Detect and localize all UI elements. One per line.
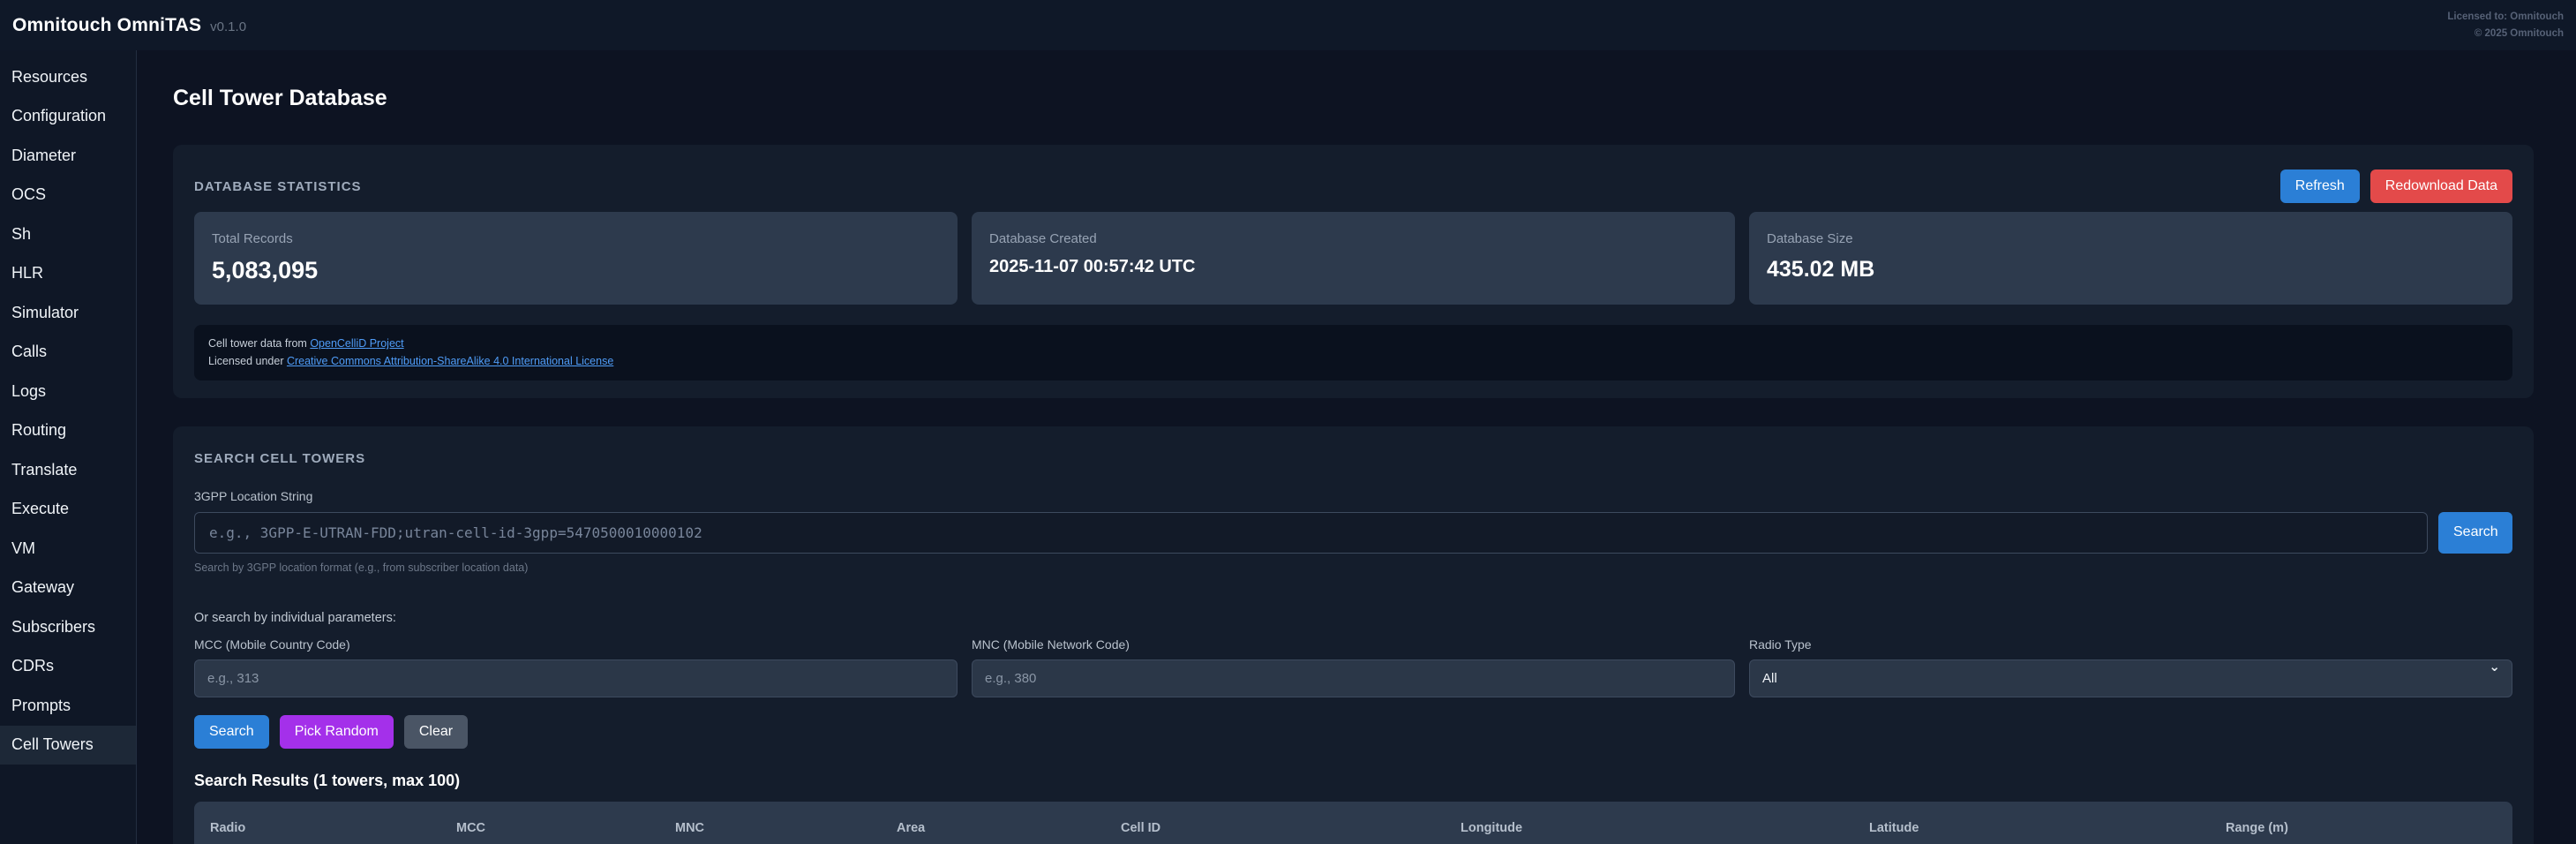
sidebar-item-gateway[interactable]: Gateway [0,569,136,608]
attribution-line2-text: Licensed under [208,355,287,367]
sidebar-item-vm[interactable]: VM [0,529,136,569]
radio-type-select[interactable]: All [1749,659,2512,697]
sidebar-item-simulator[interactable]: Simulator [0,293,136,333]
clear-button[interactable]: Clear [404,715,468,749]
stat-card-total-records: Total Records 5,083,095 [194,212,958,305]
sidebar-item-calls[interactable]: Calls [0,333,136,373]
sidebar-item-cdrs[interactable]: CDRs [0,647,136,687]
copyright-text: © 2025 Omnitouch [2447,26,2564,41]
license-block: Licensed to: Omnitouch © 2025 Omnitouch [2447,9,2564,41]
database-statistics-title: DATABASE STATISTICS [194,179,362,194]
stat-value-database-created: 2025-11-07 00:57:42 UTC [989,257,1717,277]
location-search-button[interactable]: Search [2438,512,2512,554]
sidebar-item-logs[interactable]: Logs [0,372,136,411]
redownload-data-button[interactable]: Redownload Data [2370,170,2512,203]
app-brand: Omnitouch OmniTAS v0.1.0 [12,15,246,36]
sidebar-item-resources[interactable]: Resources [0,57,136,97]
mnc-label: MNC (Mobile Network Code) [972,637,1735,652]
stat-value-total-records: 5,083,095 [212,257,940,284]
app-title: Omnitouch OmniTAS [12,15,201,36]
main-content: Cell Tower Database DATABASE STATISTICS … [137,50,2576,844]
sidebar-item-cell-towers[interactable]: Cell Towers [0,726,136,765]
stat-label: Total Records [212,231,940,246]
column-header-range: Range (m) [2210,821,2512,835]
data-attribution-box: Cell tower data from OpenCelliD Project … [194,325,2512,381]
column-header-mcc: MCC [440,821,659,835]
column-header-latitude: Latitude [1853,821,2210,835]
page-title: Cell Tower Database [173,86,2534,111]
column-header-area: Area [881,821,1105,835]
sidebar-item-diameter[interactable]: Diameter [0,136,136,176]
mnc-input[interactable] [972,659,1735,697]
sidebar-item-execute[interactable]: Execute [0,490,136,530]
stat-label: Database Size [1767,231,2495,246]
refresh-button[interactable]: Refresh [2280,170,2360,203]
pick-random-button[interactable]: Pick Random [280,715,394,749]
creative-commons-license-link[interactable]: Creative Commons Attribution-ShareAlike … [287,355,613,367]
results-table-header: Radio MCC MNC Area Cell ID Longitude Lat… [194,802,2512,844]
search-results-title: Search Results (1 towers, max 100) [194,772,2512,790]
sidebar-item-subscribers[interactable]: Subscribers [0,607,136,647]
results-table: Radio MCC MNC Area Cell ID Longitude Lat… [194,802,2512,844]
stat-card-database-created: Database Created 2025-11-07 00:57:42 UTC [972,212,1735,305]
param-search-button[interactable]: Search [194,715,269,749]
sidebar-item-configuration[interactable]: Configuration [0,97,136,137]
app-header: Omnitouch OmniTAS v0.1.0 Licensed to: Om… [0,0,2576,50]
sidebar-item-routing[interactable]: Routing [0,411,136,451]
column-header-cell-id: Cell ID [1105,821,1445,835]
sidebar: Resources Configuration Diameter OCS Sh … [0,50,137,844]
mcc-input[interactable] [194,659,958,697]
database-statistics-panel: DATABASE STATISTICS Refresh Redownload D… [173,145,2534,398]
stat-value-database-size: 435.02 MB [1767,257,2495,283]
location-help-text: Search by 3GPP location format (e.g., fr… [194,561,2512,574]
licensed-to-text: Licensed to: Omnitouch [2447,9,2564,25]
stat-card-database-size: Database Size 435.02 MB [1749,212,2512,305]
sidebar-item-prompts[interactable]: Prompts [0,686,136,726]
sidebar-item-sh[interactable]: Sh [0,215,136,254]
location-string-input[interactable] [194,512,2428,554]
sidebar-item-translate[interactable]: Translate [0,450,136,490]
sidebar-item-ocs[interactable]: OCS [0,176,136,215]
or-search-text: Or search by individual parameters: [194,611,2512,625]
location-string-label: 3GPP Location String [194,489,2512,503]
search-cell-towers-title: SEARCH CELL TOWERS [194,451,2512,466]
column-header-mnc: MNC [659,821,881,835]
stat-label: Database Created [989,231,1717,246]
radio-type-label: Radio Type [1749,637,2512,652]
app-version: v0.1.0 [210,19,246,34]
column-header-longitude: Longitude [1445,821,1853,835]
column-header-radio: Radio [194,821,440,835]
mcc-label: MCC (Mobile Country Code) [194,637,958,652]
search-cell-towers-panel: SEARCH CELL TOWERS 3GPP Location String … [173,426,2534,844]
attribution-line1-text: Cell tower data from [208,337,310,350]
sidebar-item-hlr[interactable]: HLR [0,254,136,294]
opencellid-link[interactable]: OpenCelliD Project [310,337,403,350]
